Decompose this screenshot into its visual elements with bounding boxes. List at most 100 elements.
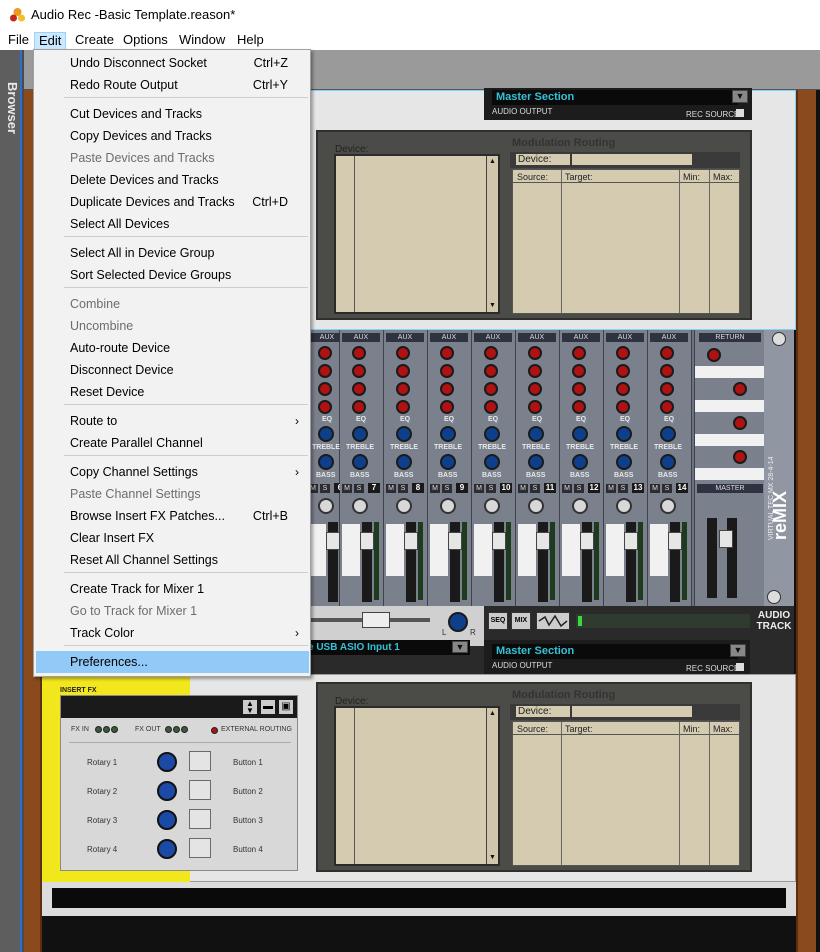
channel-fader[interactable] (448, 532, 462, 550)
treble-knob[interactable] (396, 426, 412, 442)
aux-send-knob-4[interactable] (528, 400, 542, 414)
route-device-field[interactable] (572, 706, 692, 717)
pan-knob[interactable] (396, 498, 412, 514)
channel-label-strip[interactable] (650, 524, 668, 576)
bass-knob[interactable] (318, 454, 334, 470)
channel-label-strip[interactable] (386, 524, 404, 576)
menu-edit[interactable]: Edit (34, 32, 67, 50)
aux-send-knob-1[interactable] (352, 346, 366, 360)
browser-tab-label[interactable]: Browser (2, 82, 20, 142)
channel-label-strip[interactable] (562, 524, 580, 576)
menu-item-select-all-in-device-group[interactable]: Select All in Device Group (36, 242, 309, 264)
menu-item-reset-device[interactable]: Reset Device (36, 381, 309, 403)
treble-knob[interactable] (352, 426, 368, 442)
menu-item-select-all-devices[interactable]: Select All Devices (36, 213, 309, 235)
button-2[interactable] (189, 780, 211, 800)
bass-knob[interactable] (616, 454, 632, 470)
menu-item-track-color[interactable]: Track Color › (36, 622, 309, 644)
pan-knob[interactable] (352, 498, 368, 514)
solo-button[interactable]: S (618, 484, 628, 493)
return-knob-4[interactable] (733, 450, 747, 464)
aux-send-knob-3[interactable] (352, 382, 366, 396)
pan-knob[interactable] (528, 498, 544, 514)
menu-options[interactable]: Options (119, 32, 172, 50)
menu-item-duplicate-devices-and-tracks[interactable]: Duplicate Devices and Tracks Ctrl+D (36, 191, 309, 213)
aux-send-knob-3[interactable] (660, 382, 674, 396)
menu-item-combine[interactable]: Combine (36, 293, 309, 315)
treble-knob[interactable] (484, 426, 500, 442)
scroll-up-icon[interactable]: ▲ (488, 709, 497, 718)
device-list-scrollbar[interactable]: ▲ ▼ (486, 156, 498, 312)
solo-button[interactable]: S (662, 484, 672, 493)
master-section-dropdown-icon[interactable]: ▼ (732, 90, 748, 103)
rec-source-checkbox[interactable] (736, 663, 744, 671)
menu-item-reset-all-channel-settings[interactable]: Reset All Channel Settings (36, 549, 309, 571)
aux-send-knob-3[interactable] (318, 382, 332, 396)
channel-fader[interactable] (668, 532, 682, 550)
aux-send-knob-4[interactable] (660, 400, 674, 414)
rotary-1-knob[interactable] (157, 752, 177, 772)
rotary-2-knob[interactable] (157, 781, 177, 801)
pan-knob[interactable] (318, 498, 334, 514)
mute-button[interactable]: M (518, 484, 528, 493)
aux-send-knob-3[interactable] (440, 382, 454, 396)
device-list-scrollbar[interactable]: ▲ ▼ (486, 708, 498, 864)
aux-send-knob-2[interactable] (318, 364, 332, 378)
button-4[interactable] (189, 838, 211, 858)
menu-item-create-track-for-mixer[interactable]: Create Track for Mixer 1 (36, 578, 309, 600)
rotary-4-knob[interactable] (157, 839, 177, 859)
menu-item-copy-devices-and-tracks[interactable]: Copy Devices and Tracks (36, 125, 309, 147)
aux-send-knob-3[interactable] (396, 382, 410, 396)
scroll-up-icon[interactable]: ▲ (488, 157, 497, 166)
channel-fader[interactable] (404, 532, 418, 550)
solo-button[interactable]: S (486, 484, 496, 493)
input-dropdown-icon[interactable]: ▼ (452, 641, 468, 653)
channel-label-strip[interactable] (518, 524, 536, 576)
bass-knob[interactable] (660, 454, 676, 470)
treble-knob[interactable] (528, 426, 544, 442)
aux-send-knob-3[interactable] (528, 382, 542, 396)
mute-button[interactable]: M (474, 484, 484, 493)
save-icon[interactable]: ▣ (279, 700, 293, 714)
treble-knob[interactable] (660, 426, 676, 442)
menu-item-clear-insert-fx[interactable]: Clear Insert FX (36, 527, 309, 549)
menu-item-disconnect-device[interactable]: Disconnect Device (36, 359, 309, 381)
channel-label-strip[interactable] (474, 524, 492, 576)
mute-button[interactable]: M (606, 484, 616, 493)
bass-knob[interactable] (396, 454, 412, 470)
aux-send-knob-4[interactable] (318, 400, 332, 414)
button-3[interactable] (189, 809, 211, 829)
input-gain-knob[interactable] (448, 612, 468, 632)
menu-item-preferences[interactable]: Preferences... (36, 651, 309, 673)
waveform-button[interactable] (536, 612, 570, 630)
channel-fader[interactable] (624, 532, 638, 550)
treble-knob[interactable] (440, 426, 456, 442)
menu-file[interactable]: File (4, 32, 33, 50)
menu-item-delete-devices-and-tracks[interactable]: Delete Devices and Tracks (36, 169, 309, 191)
bass-knob[interactable] (440, 454, 456, 470)
solo-button[interactable]: S (354, 484, 364, 493)
menu-item-undo-disconnect-socket[interactable]: Undo Disconnect Socket Ctrl+Z (36, 52, 309, 74)
mute-button[interactable]: M (562, 484, 572, 493)
channel-fader[interactable] (326, 532, 340, 550)
aux-send-knob-1[interactable] (660, 346, 674, 360)
browser-tab[interactable] (0, 50, 22, 952)
aux-send-knob-3[interactable] (616, 382, 630, 396)
aux-send-knob-1[interactable] (318, 346, 332, 360)
device-list[interactable]: ▲ ▼ (334, 154, 500, 314)
return-knob-1[interactable] (707, 348, 721, 362)
bass-knob[interactable] (572, 454, 588, 470)
aux-send-knob-1[interactable] (440, 346, 454, 360)
aux-send-knob-4[interactable] (396, 400, 410, 414)
menu-item-redo-route-output[interactable]: Redo Route Output Ctrl+Y (36, 74, 309, 96)
aux-send-knob-2[interactable] (660, 364, 674, 378)
menu-item-sort-selected-device-groups[interactable]: Sort Selected Device Groups (36, 264, 309, 286)
channel-fader[interactable] (536, 532, 550, 550)
aux-send-knob-2[interactable] (396, 364, 410, 378)
solo-button[interactable]: S (442, 484, 452, 493)
aux-send-knob-4[interactable] (440, 400, 454, 414)
pan-knob[interactable] (616, 498, 632, 514)
channel-label-strip[interactable] (342, 524, 360, 576)
scroll-down-icon[interactable]: ▼ (488, 301, 497, 310)
patch-updown-icon[interactable]: ▲ ▼ (243, 700, 257, 715)
